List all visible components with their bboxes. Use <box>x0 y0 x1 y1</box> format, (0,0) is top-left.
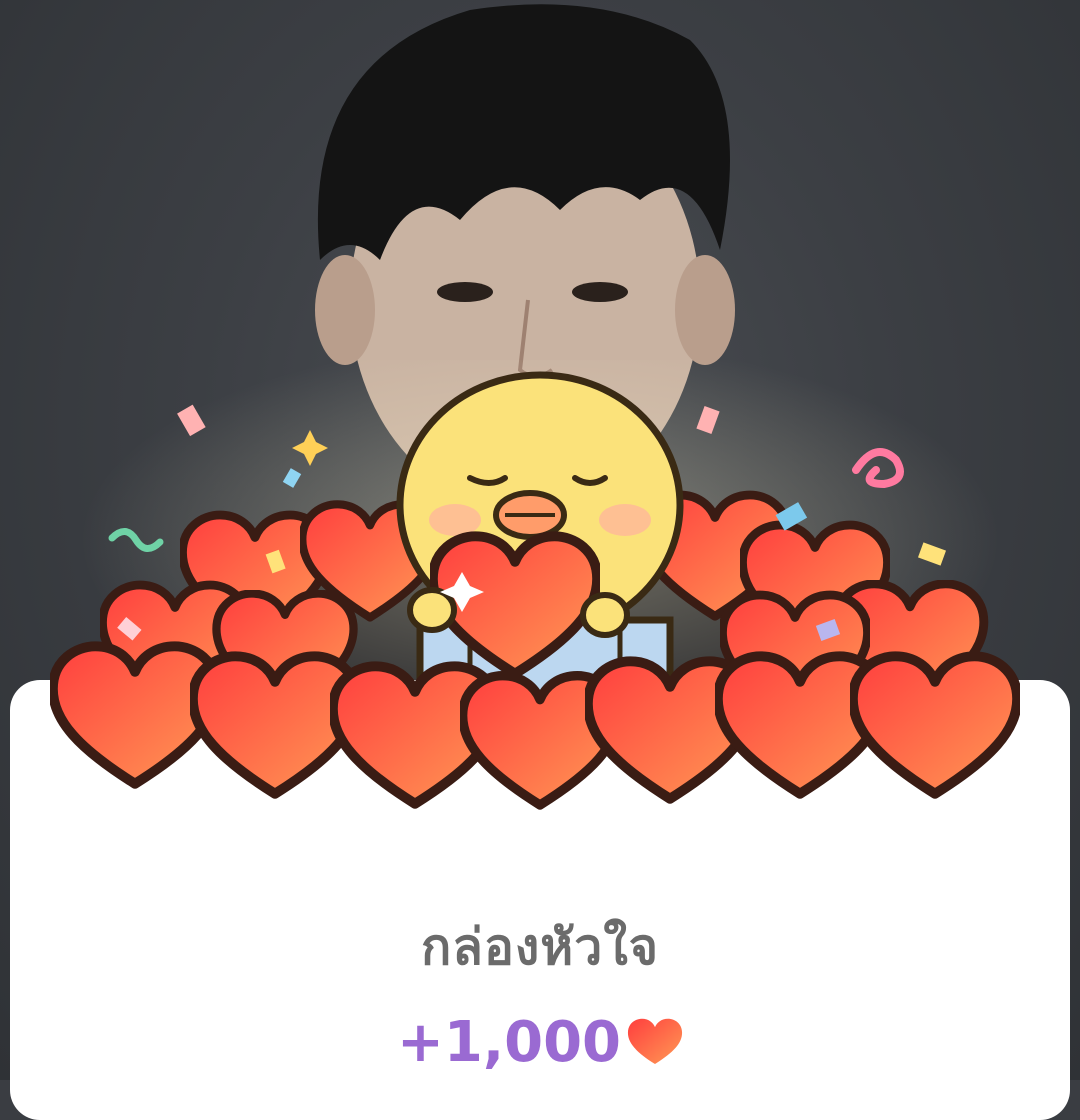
heart-box-sticker <box>0 360 1080 840</box>
chick-character <box>396 371 684 704</box>
heart-icon <box>627 1017 683 1083</box>
heart-icon <box>853 656 1017 793</box>
reward-title: กล่องหัวใจ <box>420 918 660 976</box>
reward-amount: +1,000 <box>0 1010 1080 1083</box>
reward-amount-value: +1,000 <box>396 1010 622 1075</box>
